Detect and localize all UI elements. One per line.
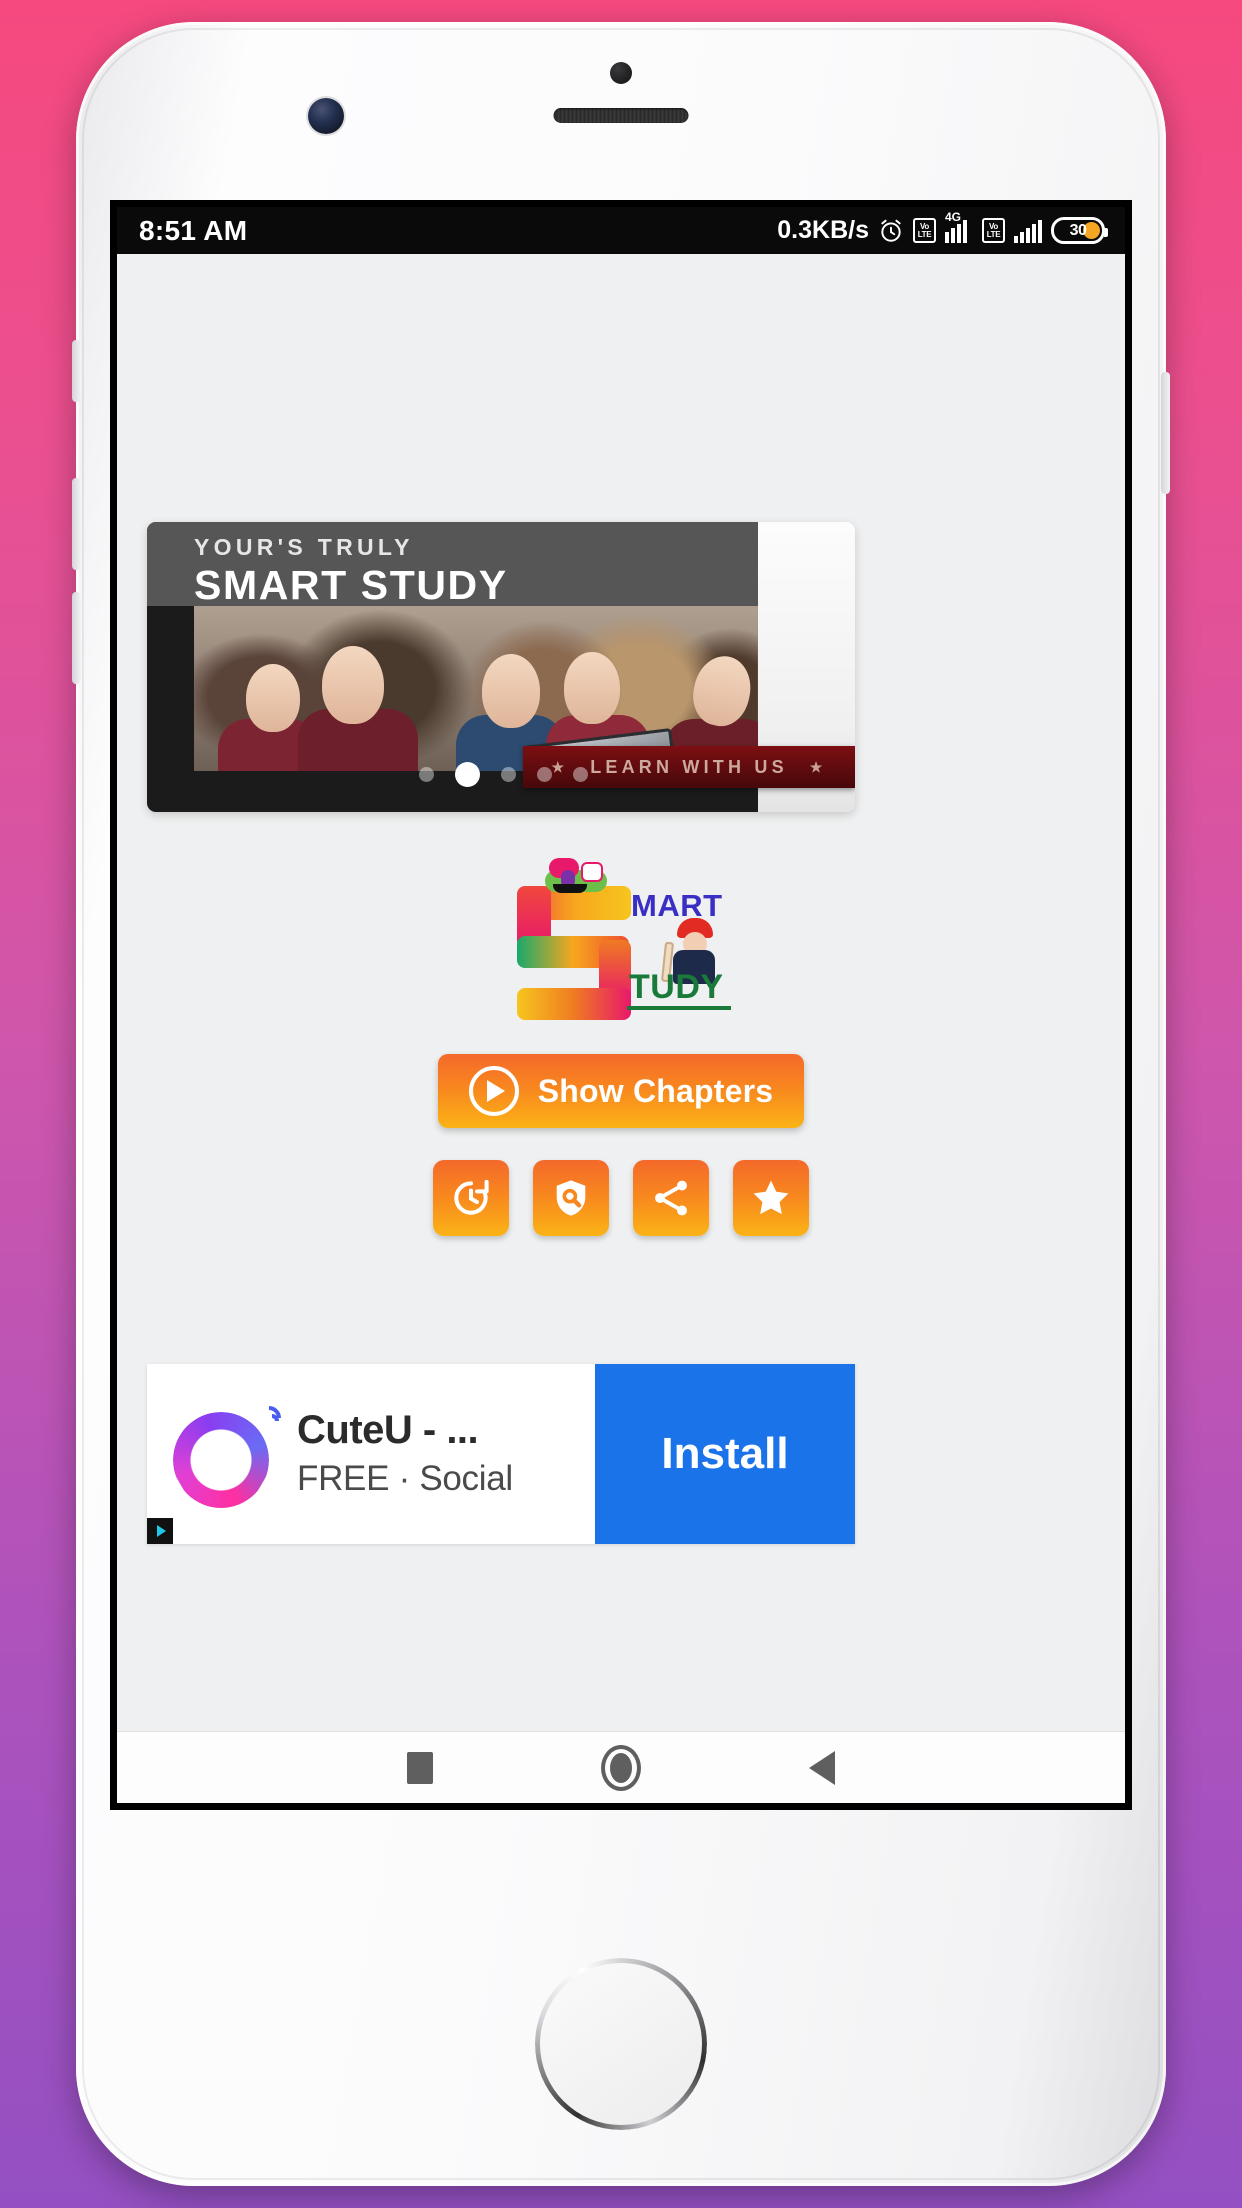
slide-subtitle: YOUR'S TRULY [194, 534, 414, 560]
app-content: YOUR'S TRULY SMART STUDY ★ LEARN WITH US… [117, 254, 1125, 1803]
volte-bottom-text-2: LTE [986, 229, 1001, 239]
carousel-dot-5[interactable] [573, 767, 588, 782]
volume-down-button[interactable] [72, 592, 81, 684]
phone-screen: 8:51 AM 0.3KB/s Vo LTE 4G Vo LTE 30 YOUR… [110, 200, 1132, 1810]
front-camera-icon [308, 98, 344, 134]
carousel-dots[interactable] [419, 762, 588, 787]
network-speed: 0.3KB/s [777, 216, 869, 244]
banner-carousel[interactable]: YOUR'S TRULY SMART STUDY ★ LEARN WITH US… [147, 522, 855, 812]
share-icon [655, 1180, 687, 1216]
ad-banner[interactable]: CuteU - ... FREE · Social Install [147, 1364, 855, 1544]
cuteu-logo-icon [165, 1394, 286, 1514]
network-type-label: 4G [945, 209, 962, 224]
play-circle-icon [468, 1066, 519, 1116]
logo-toy-icon [539, 858, 613, 893]
learn-with-us-label: LEARN WITH US [590, 756, 788, 777]
android-navigation-bar [117, 1731, 1125, 1803]
star-icon [753, 1180, 789, 1215]
ad-info[interactable]: CuteU - ... FREE · Social [147, 1364, 595, 1544]
alarm-clock-icon [881, 219, 901, 242]
app-logo: MART TUDY [117, 858, 1125, 1020]
volte-icon-1: Vo LTE [913, 218, 936, 243]
logo-mart-text: MART [631, 888, 723, 923]
star-right-icon: ★ [809, 758, 827, 775]
ad-choices-icon[interactable] [147, 1518, 173, 1544]
privacy-policy-button[interactable] [533, 1160, 609, 1236]
carousel-dot-1[interactable] [419, 767, 434, 782]
slide-header: YOUR'S TRULY SMART STUDY [147, 522, 758, 608]
signal-bars-icon-2 [1014, 219, 1042, 243]
logo-tudy-text: TUDY [629, 968, 724, 1006]
signal-wave-icon [247, 1400, 286, 1435]
shield-search-icon [556, 1180, 586, 1216]
logo-s-letter [511, 884, 639, 1020]
ad-title: CuteU - ... [297, 1408, 479, 1452]
power-button[interactable] [1161, 372, 1170, 494]
status-time: 8:51 AM [139, 214, 248, 246]
phone-frame: 8:51 AM 0.3KB/s Vo LTE 4G Vo LTE 30 YOUR… [72, 22, 1170, 2186]
volume-up-button[interactable] [72, 478, 81, 570]
mute-switch[interactable] [72, 340, 81, 402]
update-button[interactable] [433, 1160, 509, 1236]
action-buttons-row [117, 1160, 1125, 1236]
share-button[interactable] [633, 1160, 709, 1236]
show-chapters-label: Show Chapters [537, 1072, 774, 1109]
home-button[interactable] [535, 1958, 707, 2130]
ad-subtitle: FREE · Social [297, 1459, 513, 1498]
install-button[interactable]: Install [595, 1364, 855, 1544]
earpiece-speaker [553, 108, 689, 123]
volte-icon-2: Vo LTE [982, 218, 1005, 243]
battery-icon: 30 [1051, 217, 1108, 244]
status-bar: 8:51 AM 0.3KB/s Vo LTE 4G Vo LTE 30 [117, 207, 1125, 254]
home-circle-icon[interactable] [601, 1744, 641, 1791]
battery-level: 30 [1069, 221, 1087, 239]
carousel-dot-3[interactable] [501, 767, 516, 782]
slide-title: SMART STUDY [194, 562, 508, 608]
volte-bottom-text: LTE [917, 229, 932, 239]
rate-us-button[interactable] [733, 1160, 809, 1236]
proximity-sensor-icon [610, 62, 632, 84]
history-refresh-icon [454, 1179, 489, 1215]
carousel-dot-4[interactable] [537, 767, 552, 782]
back-triangle-icon[interactable] [809, 1750, 835, 1785]
carousel-dot-2-active[interactable] [455, 762, 480, 787]
recents-square-icon[interactable] [407, 1751, 433, 1784]
show-chapters-button[interactable]: Show Chapters [438, 1054, 804, 1128]
signal-bars-icon-1: 4G [945, 210, 973, 243]
